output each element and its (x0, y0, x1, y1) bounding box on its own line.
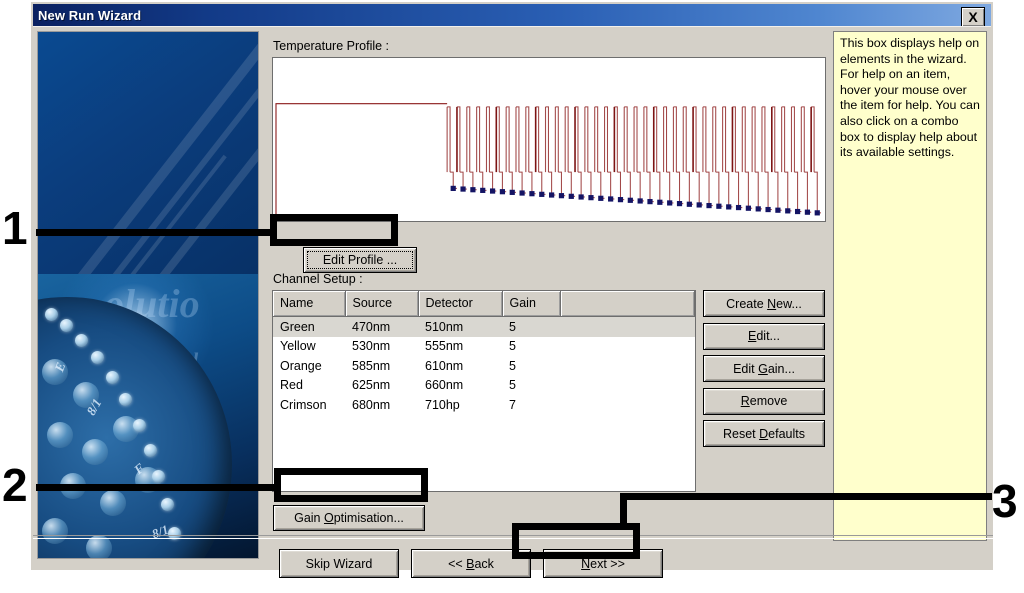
wizard-center-column: Temperature Profile : Edit Profile ... C… (267, 31, 829, 559)
cell-gain: 5 (509, 358, 516, 373)
create-new-button[interactable]: Create New... (703, 290, 825, 317)
cell-blank (560, 337, 695, 357)
cell-name: Green (273, 316, 345, 337)
column-header-source[interactable]: Source (345, 291, 419, 317)
cell-name: Crimson (280, 397, 327, 412)
cell-blank (560, 376, 695, 396)
cell-source: 625nm (352, 378, 391, 393)
title-bar: New Run Wizard X (33, 4, 991, 27)
table-row[interactable]: Crimson 680nm 710hp 7 (273, 395, 695, 415)
dialog-client-area: olutio otal np er (33, 26, 993, 578)
wizard-footer: Skip Wizard << Back Next >> (33, 543, 995, 593)
edit-gain-button[interactable]: Edit Gain... (703, 355, 825, 382)
table-row[interactable]: Green 470nm 510nm 5 (273, 316, 695, 337)
button-label: Edit... (748, 329, 780, 343)
cell-gain: 5 (509, 339, 516, 354)
banner-product-photo: olutio otal np er (38, 273, 258, 558)
cell-blank (560, 316, 695, 337)
column-header-gain[interactable]: Gain (502, 291, 561, 317)
cell-source: 470nm (345, 316, 418, 337)
cell-detector: 710hp (425, 397, 460, 412)
cell-source: 585nm (352, 358, 391, 373)
cell-source: 530nm (352, 339, 391, 354)
cell-blank (560, 356, 695, 376)
channel-setup-label: Channel Setup : (273, 272, 363, 286)
button-label: Create New... (726, 296, 802, 311)
cell-detector: 610nm (425, 358, 464, 373)
annotation-number-1: 1 (2, 202, 28, 254)
banner-top-gradient (38, 32, 258, 306)
table-row[interactable]: Yellow 530nm 555nm 5 (273, 337, 695, 357)
cell-source: 680nm (352, 397, 391, 412)
cell-gain: 7 (509, 397, 516, 412)
annotation-number-3: 3 (992, 475, 1018, 527)
button-label: Edit Gain... (733, 361, 795, 376)
screenshot-root: New Run Wizard X olutio otal np er (0, 0, 1024, 578)
cell-gain: 5 (509, 378, 516, 393)
column-header-detector[interactable]: Detector (418, 291, 503, 317)
focus-outline (307, 251, 413, 269)
channel-table: Name Source Detector Gain Green 470nm 510nm 5 Y… (273, 291, 695, 415)
channel-action-buttons: Create New... Edit... Edit Gain... Remove Re… (703, 290, 825, 453)
table-row[interactable]: Orange 585nm 610nm 5 (273, 356, 695, 376)
next-label: Next >> (581, 556, 625, 571)
skip-wizard-button[interactable]: Skip Wizard (279, 549, 399, 578)
temperature-profile-label: Temperature Profile : (273, 39, 390, 53)
wizard-banner-image: olutio otal np er (37, 31, 259, 559)
cell-detector: 555nm (425, 339, 464, 354)
table-body: Green 470nm 510nm 5 Yellow 530nm 555nm 5 Orange 5… (273, 316, 695, 415)
cell-blank (560, 395, 695, 415)
cell-detector: 660nm (425, 378, 464, 393)
edit-profile-wrap: Edit Profile ... (303, 247, 417, 273)
reset-defaults-button[interactable]: Reset Defaults (703, 420, 825, 447)
next-button[interactable]: Next >> (543, 549, 663, 578)
close-button[interactable]: X (961, 7, 985, 27)
button-label: Reset Defaults (722, 426, 805, 441)
table-row[interactable]: Red 625nm 660nm 5 (273, 376, 695, 396)
back-label: << Back (448, 556, 494, 571)
button-label: Remove (740, 394, 788, 408)
help-text-box: This box displays help on elements in th… (833, 31, 987, 541)
back-button[interactable]: << Back (411, 549, 531, 578)
footer-divider (33, 535, 993, 539)
edit-profile-button[interactable]: Edit Profile ... (303, 247, 417, 273)
remove-button[interactable]: Remove (703, 387, 825, 415)
gain-optimisation-wrap: Gain Optimisation... (273, 505, 425, 531)
cell-name: Red (280, 378, 303, 393)
gain-optimisation-label: Gain Optimisation... (294, 511, 404, 525)
temperature-profile-plot (275, 103, 821, 219)
edit-button[interactable]: Edit... (703, 322, 825, 350)
table-header-row: Name Source Detector Gain (273, 291, 695, 317)
close-icon: X (968, 9, 978, 25)
cell-name: Yellow (280, 339, 316, 354)
gain-optimisation-button[interactable]: Gain Optimisation... (273, 505, 425, 531)
channel-setup-list: Name Source Detector Gain Green 470nm 510nm 5 Y… (272, 290, 696, 492)
window-title: New Run Wizard (38, 7, 142, 23)
temperature-profile-chart (272, 57, 826, 222)
column-header-blank[interactable] (560, 291, 695, 317)
cell-gain: 5 (502, 316, 560, 337)
skip-wizard-label: Skip Wizard (305, 556, 373, 571)
annotation-number-2: 2 (2, 459, 28, 511)
cell-name: Orange (280, 358, 322, 373)
column-header-name[interactable]: Name (273, 291, 346, 317)
cell-detector: 510nm (418, 316, 502, 337)
